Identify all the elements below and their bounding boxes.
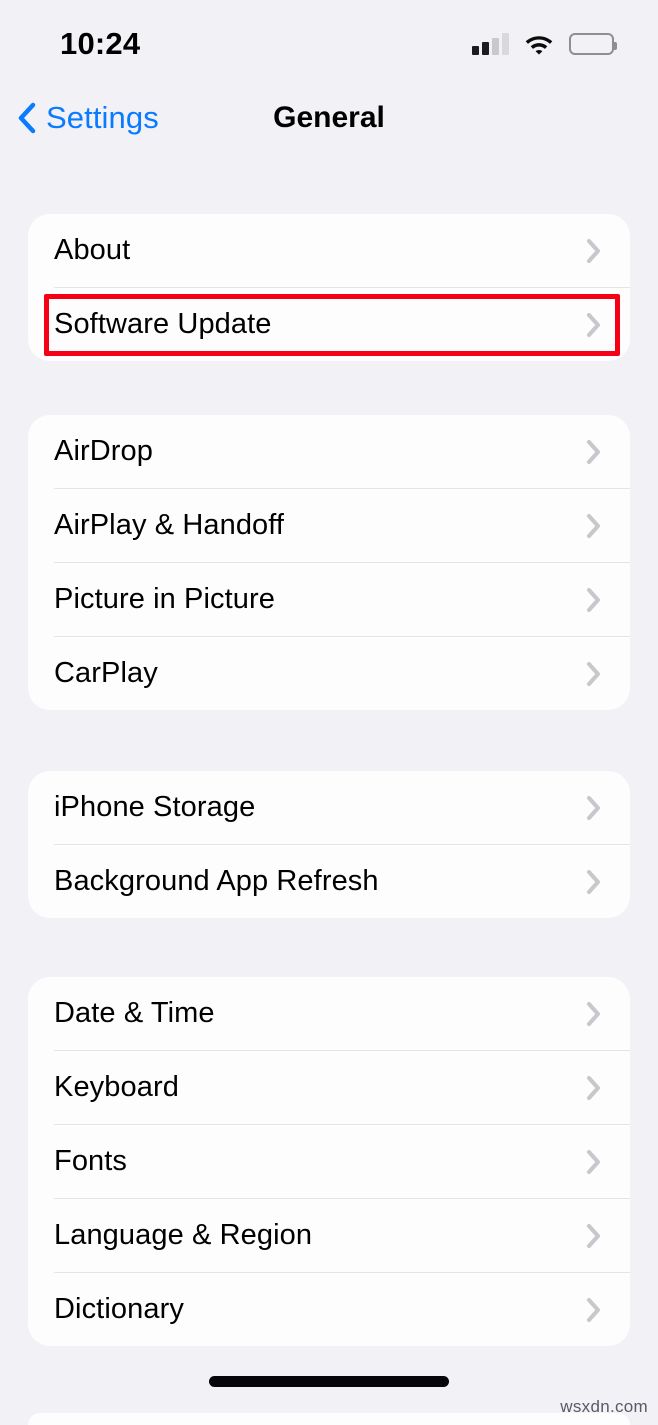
settings-list: About Software Update AirDrop AirPlay & … <box>0 154 658 1404</box>
settings-row-label: Date & Time <box>54 997 215 1029</box>
settings-row-label: Keyboard <box>54 1071 179 1103</box>
chevron-right-icon <box>585 1074 602 1102</box>
status-bar-clock: 10:24 <box>60 26 141 61</box>
battery-icon <box>569 33 617 55</box>
settings-group-storage: iPhone Storage Background App Refresh <box>28 771 630 918</box>
settings-row-label: Fonts <box>54 1145 128 1177</box>
settings-row-label: AirPlay & Handoff <box>54 509 285 541</box>
navigation-bar: Settings General <box>0 82 658 154</box>
settings-row-label: Dictionary <box>54 1293 184 1325</box>
settings-row-fonts[interactable]: Fonts <box>28 1125 630 1198</box>
settings-row-label: Software Update <box>54 308 272 340</box>
settings-row-picture-in-picture[interactable]: Picture in Picture <box>28 563 630 636</box>
watermark: wsxdn.com <box>560 1397 648 1416</box>
settings-row-dictionary[interactable]: Dictionary <box>28 1273 630 1346</box>
settings-row-date-time[interactable]: Date & Time <box>28 977 630 1050</box>
settings-row-carplay[interactable]: CarPlay <box>28 637 630 710</box>
settings-row-label: About <box>54 234 131 266</box>
settings-group-localization: Date & Time Keyboard Fonts Language & Re… <box>28 977 630 1346</box>
settings-row-airplay-handoff[interactable]: AirPlay & Handoff <box>28 489 630 562</box>
settings-row-background-app-refresh[interactable]: Background App Refresh <box>28 845 630 918</box>
iphone-settings-screen: 10:24 Settings General About Software Up… <box>0 0 658 1425</box>
chevron-right-icon <box>585 660 602 688</box>
chevron-right-icon <box>585 512 602 540</box>
settings-row-iphone-storage[interactable]: iPhone Storage <box>28 771 630 844</box>
chevron-right-icon <box>585 794 602 822</box>
settings-row-about[interactable]: About <box>28 214 630 287</box>
chevron-right-icon <box>585 438 602 466</box>
partial-settings-group <box>28 1413 630 1425</box>
chevron-right-icon <box>585 868 602 896</box>
settings-group-system: About Software Update <box>28 214 630 361</box>
chevron-right-icon <box>585 1296 602 1324</box>
cellular-signal-icon <box>472 33 509 55</box>
settings-row-software-update[interactable]: Software Update <box>28 288 630 361</box>
chevron-right-icon <box>585 586 602 614</box>
status-bar: 10:24 <box>0 0 658 82</box>
page-title: General <box>273 101 385 134</box>
home-indicator[interactable] <box>209 1376 449 1387</box>
chevron-right-icon <box>585 1000 602 1028</box>
chevron-right-icon <box>585 1148 602 1176</box>
wifi-icon <box>524 33 554 55</box>
settings-row-label: Picture in Picture <box>54 583 275 615</box>
settings-row-label: iPhone Storage <box>54 791 256 823</box>
settings-group-connectivity: AirDrop AirPlay & Handoff Picture in Pic… <box>28 415 630 710</box>
settings-row-label: AirDrop <box>54 435 153 467</box>
settings-row-language-region[interactable]: Language & Region <box>28 1199 630 1272</box>
chevron-right-icon <box>585 311 602 339</box>
settings-row-keyboard[interactable]: Keyboard <box>28 1051 630 1124</box>
status-bar-indicators <box>472 33 617 55</box>
chevron-right-icon <box>585 1222 602 1250</box>
chevron-right-icon <box>585 237 602 265</box>
settings-row-label: Background App Refresh <box>54 865 379 897</box>
settings-row-airdrop[interactable]: AirDrop <box>28 415 630 488</box>
settings-row-label: CarPlay <box>54 657 158 689</box>
settings-row-label: Language & Region <box>54 1219 313 1251</box>
